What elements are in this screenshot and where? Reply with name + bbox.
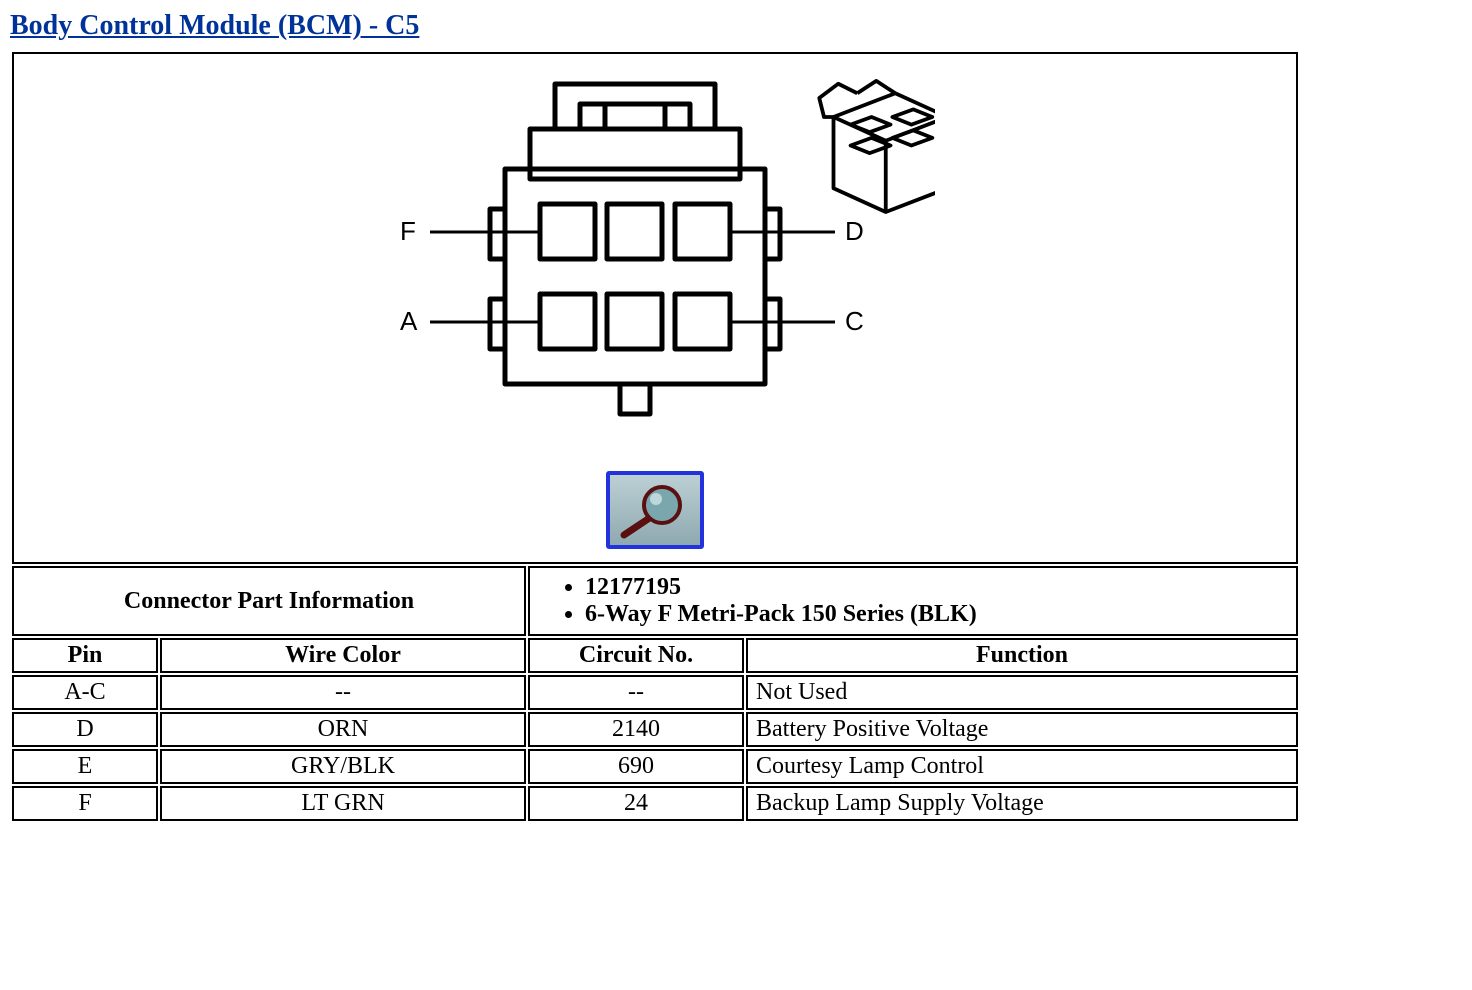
cpi-part-no: 12177195 (585, 574, 1290, 601)
cpi-desc: 6-Way F Metri-Pack 150 Series (BLK) (585, 601, 1290, 628)
connector-diagram: F D A C (375, 74, 935, 451)
cpi-label: Connector Part Information (12, 566, 526, 636)
cell-func: Courtesy Lamp Control (746, 749, 1298, 784)
cell-wire: GRY/BLK (160, 749, 526, 784)
cpi-values: 12177195 6-Way F Metri-Pack 150 Series (… (528, 566, 1298, 636)
page-title[interactable]: Body Control Module (BCM) - C5 (10, 10, 419, 42)
cell-func: Battery Positive Voltage (746, 712, 1298, 747)
table-row: E GRY/BLK 690 Courtesy Lamp Control (12, 749, 1298, 784)
header-circuit: Circuit No. (528, 638, 744, 673)
pin-label-c: C (845, 306, 864, 337)
cell-wire: LT GRN (160, 786, 526, 821)
pin-label-a: A (400, 306, 417, 337)
connector-table: F D A C Connector Part Information 12177… (10, 50, 1300, 823)
table-row: A-C -- -- Not Used (12, 675, 1298, 710)
cell-wire: -- (160, 675, 526, 710)
pin-label-d: D (845, 216, 864, 247)
cell-func: Backup Lamp Supply Voltage (746, 786, 1298, 821)
cell-func: Not Used (746, 675, 1298, 710)
table-row: D ORN 2140 Battery Positive Voltage (12, 712, 1298, 747)
cell-pin: A-C (12, 675, 158, 710)
magnify-button[interactable] (606, 471, 704, 549)
cell-pin: D (12, 712, 158, 747)
header-func: Function (746, 638, 1298, 673)
diagram-cell: F D A C (12, 52, 1298, 564)
cell-pin: E (12, 749, 158, 784)
cell-circuit: 690 (528, 749, 744, 784)
cell-wire: ORN (160, 712, 526, 747)
cell-pin: F (12, 786, 158, 821)
pin-label-f: F (400, 216, 416, 247)
header-pin: Pin (12, 638, 158, 673)
cell-circuit: 24 (528, 786, 744, 821)
cell-circuit: -- (528, 675, 744, 710)
cell-circuit: 2140 (528, 712, 744, 747)
header-wire: Wire Color (160, 638, 526, 673)
table-row: F LT GRN 24 Backup Lamp Supply Voltage (12, 786, 1298, 821)
